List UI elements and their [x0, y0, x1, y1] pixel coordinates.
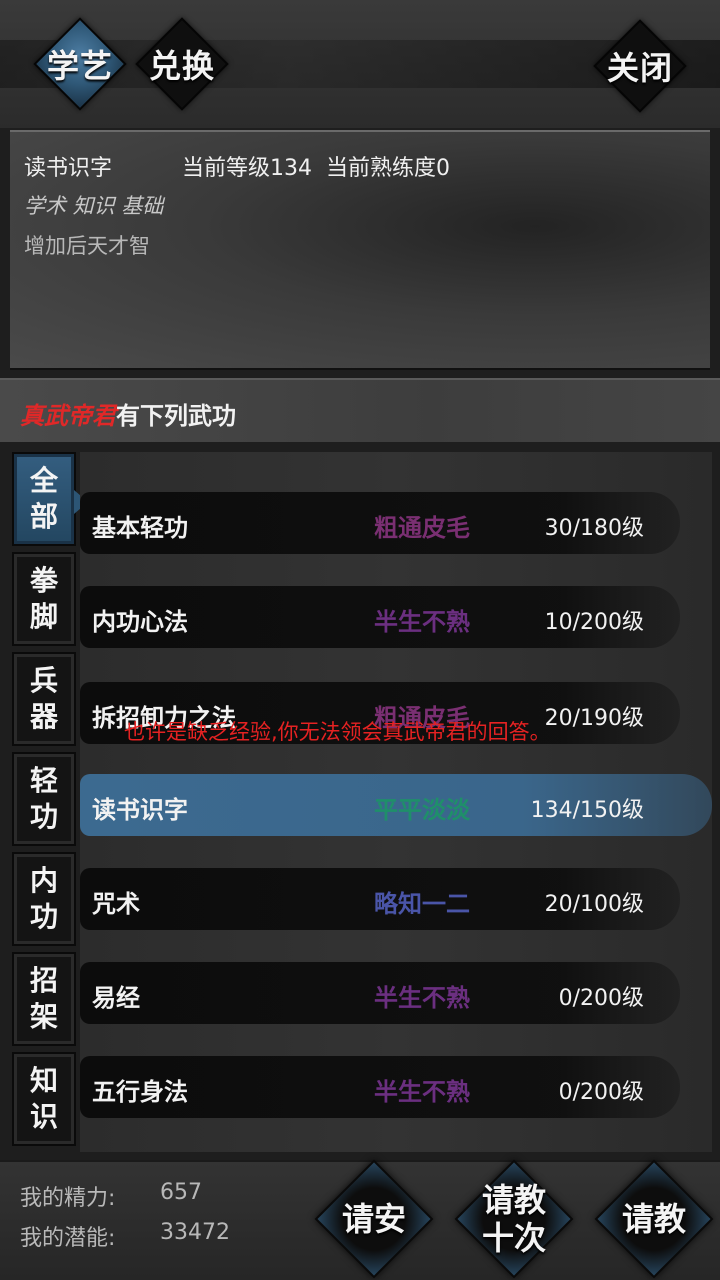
- potential-stat: 我的潜能: 33472: [20, 1220, 230, 1252]
- category-tab-inner[interactable]: 内 功: [12, 852, 76, 946]
- tab-exchange-label: 兑换: [148, 47, 215, 85]
- ask-label: 请教: [621, 1200, 686, 1238]
- skill-name: 易经: [92, 984, 140, 1012]
- skill-row[interactable]: 内功心法 半生不熟 10/200级: [80, 586, 712, 648]
- category-tab-all[interactable]: 全 部: [12, 452, 88, 546]
- skill-name: 读书识字: [92, 796, 188, 824]
- category-tab-knowledge[interactable]: 知 识: [12, 1052, 76, 1146]
- category-char: 功: [29, 900, 58, 933]
- category-tab-fist[interactable]: 拳 脚: [12, 552, 76, 646]
- close-label: 关闭: [606, 49, 673, 87]
- skill-level: 134/150级: [530, 798, 644, 823]
- category-tab-lightness[interactable]: 轻 功: [12, 752, 76, 846]
- skill-info-proficiency: 当前熟练度0: [326, 156, 450, 181]
- skill-info-header: 读书识字 当前等级134 当前熟练度0: [24, 150, 450, 182]
- skill-row[interactable]: 基本轻功 粗通皮毛 30/180级: [80, 492, 712, 554]
- category-char: 全: [29, 464, 58, 497]
- skill-name: 五行身法: [92, 1078, 188, 1106]
- skill-level: 10/200级: [544, 610, 644, 635]
- ask-button[interactable]: 请教: [592, 1158, 716, 1280]
- master-name: 真武帝君: [20, 402, 116, 430]
- skill-level: 20/190级: [544, 706, 644, 731]
- skill-name: 基本轻功: [92, 514, 188, 542]
- skill-grade: 平平淡淡: [374, 796, 470, 824]
- greet-button[interactable]: 请安: [312, 1158, 436, 1280]
- category-char: 兵: [29, 664, 58, 697]
- skill-grade: 略知一二: [374, 890, 470, 918]
- tab-learn[interactable]: 学艺: [30, 14, 130, 114]
- skill-row-selected[interactable]: 读书识字 平平淡淡 134/150级: [80, 774, 712, 836]
- category-char: 内: [29, 864, 58, 897]
- master-header: 真武帝君有下列武功: [0, 378, 720, 442]
- energy-value: 657: [160, 1180, 202, 1205]
- skill-level: 0/200级: [558, 986, 644, 1011]
- greet-label: 请安: [341, 1200, 406, 1238]
- skill-name: 内功心法: [92, 608, 188, 636]
- skill-level: 0/200级: [558, 1080, 644, 1105]
- toast-message: 也许是缺乏经验,你无法领会真武帝君的回答。: [124, 720, 551, 744]
- category-tab-parry[interactable]: 招 架: [12, 952, 76, 1046]
- category-char: 脚: [29, 600, 58, 633]
- category-tab-weapon[interactable]: 兵 器: [12, 652, 76, 746]
- ask-ten-times-button[interactable]: 请教 十次: [452, 1158, 576, 1280]
- skill-info-description: 增加后天才智: [24, 234, 150, 258]
- tab-exchange[interactable]: 兑换: [132, 14, 232, 114]
- potential-label: 我的潜能:: [20, 1226, 116, 1251]
- category-char: 部: [29, 500, 58, 533]
- skill-row[interactable]: 易经 半生不熟 0/200级: [80, 962, 712, 1024]
- category-char: 拳: [29, 564, 58, 597]
- potential-value: 33472: [160, 1220, 230, 1245]
- close-button[interactable]: 关闭: [590, 16, 690, 116]
- category-char: 知: [29, 1064, 58, 1097]
- skill-info-tags: 学术 知识 基础: [24, 194, 164, 218]
- skill-grade: 半生不熟: [374, 1078, 470, 1106]
- skill-info-level: 当前等级134: [182, 156, 312, 181]
- master-header-suffix: 有下列武功: [116, 402, 236, 430]
- skill-info-panel: 读书识字 当前等级134 当前熟练度0 学术 知识 基础 增加后天才智: [10, 130, 710, 370]
- energy-stat: 我的精力: 657: [20, 1180, 202, 1212]
- category-char: 识: [29, 1100, 58, 1133]
- skill-grade: 半生不熟: [374, 608, 470, 636]
- ask-ten-line2: 十次: [481, 1219, 546, 1257]
- skill-row[interactable]: 咒术 略知一二 20/100级: [80, 868, 712, 930]
- skill-info-name: 读书识字: [24, 156, 113, 181]
- ask-ten-times-label: 请教 十次: [482, 1181, 546, 1257]
- skill-grade: 粗通皮毛: [374, 514, 470, 542]
- skill-name: 咒术: [92, 890, 140, 918]
- ask-ten-line1: 请教: [481, 1181, 546, 1219]
- skill-level: 30/180级: [544, 516, 644, 541]
- tab-learn-label: 学艺: [46, 47, 113, 85]
- skill-level: 20/100级: [544, 892, 644, 917]
- category-char: 招: [29, 964, 58, 997]
- category-char: 器: [29, 700, 58, 733]
- master-header-text: 真武帝君有下列武功: [20, 396, 236, 431]
- category-char: 架: [29, 1000, 58, 1033]
- category-char: 轻: [29, 764, 58, 797]
- category-char: 功: [29, 800, 58, 833]
- skill-row[interactable]: 五行身法 半生不熟 0/200级: [80, 1056, 712, 1118]
- skill-grade: 半生不熟: [374, 984, 470, 1012]
- energy-label: 我的精力:: [20, 1186, 116, 1211]
